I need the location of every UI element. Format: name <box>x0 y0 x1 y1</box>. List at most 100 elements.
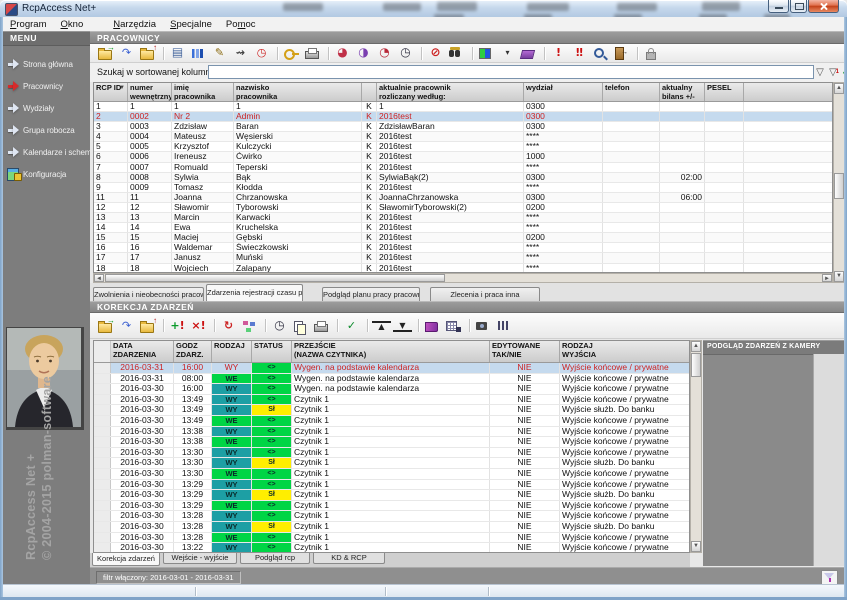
redo-icon[interactable]: ↷ <box>117 318 136 334</box>
column-header-przejscie-nazwa-czytnika[interactable]: PRZEJŚCIE(NAZWA CZYTNIKA) <box>292 341 490 362</box>
binoculars-icon[interactable] <box>447 45 466 61</box>
employee-row[interactable]: 1111K10300 <box>94 102 832 112</box>
employee-row[interactable]: 80008SylwiaBąkKSylwiaBąk(2)030002:00 <box>94 173 832 183</box>
funnel-1-icon[interactable]: ▽1 <box>827 66 839 79</box>
employee-row[interactable]: 1818WojciechZalapanyK2016test**** <box>94 264 832 274</box>
event-row[interactable]: 2016-03-3013:22WY<>Czytnik 1NIEWyjście k… <box>94 543 689 553</box>
column-header-aktualnie-pracownik-rozliczany-wedlug[interactable]: aktualnie pracownikrozliczany według: <box>377 83 524 101</box>
columns-icon[interactable] <box>495 318 514 334</box>
employee-row[interactable]: 90009TomaszKłoddaK2016test**** <box>94 183 832 193</box>
badge-icon[interactable]: ▤ <box>168 45 187 61</box>
column-header-aktualny-bilans[interactable]: aktualnybilans +/- <box>660 83 705 101</box>
sidebar-item-pracownicy[interactable]: Pracownicy <box>3 75 90 97</box>
event-row[interactable]: 2016-03-3013:29WE<>Czytnik 1NIEWyjście k… <box>94 501 689 512</box>
tab-podglad-planu-pracy-pracownika[interactable]: Podgląd planu pracy pracownika <box>322 287 420 301</box>
dropdown-icon[interactable]: ▾ <box>498 45 517 61</box>
scroll-right-icon[interactable]: ► <box>822 274 832 282</box>
edit-icon[interactable]: ✎ <box>210 45 229 61</box>
employee-row[interactable]: 30003ZdzisławBaranKZdzisławBaran0300 <box>94 122 832 132</box>
event-row[interactable]: 2016-03-3013:28WE<>Czytnik 1NIEWyjście k… <box>94 533 689 544</box>
event-row[interactable]: 2016-03-3013:28WY<>Czytnik 1NIEWyjście k… <box>94 511 689 522</box>
event-row[interactable]: 2016-03-3013:49WY<>Czytnik 1NIEWyjście k… <box>94 395 689 406</box>
employee-row[interactable]: 70007RomualdTeperskiK2016test**** <box>94 163 832 173</box>
employee-row[interactable]: 1414EwaKruchelskaK2016test**** <box>94 223 832 233</box>
scroll-up-icon[interactable]: ▲ <box>834 83 844 94</box>
column-header-edytowane-tak-nie[interactable]: EDYTOWANETAK/NIE <box>490 341 560 362</box>
employee-row[interactable]: 1313MarcinKarwackiK2016test**** <box>94 213 832 223</box>
menu-specjalne[interactable]: Specjalne <box>163 17 219 31</box>
event-row[interactable]: 2016-03-3016:00WY<>Wygen. na podstawie k… <box>94 384 689 395</box>
refresh-red-icon[interactable]: ↻ <box>219 318 238 334</box>
chart-check-icon[interactable]: ✓ <box>342 318 361 334</box>
event-row[interactable]: 2016-03-3013:49WYSłCzytnik 1NIEWyjście s… <box>94 405 689 416</box>
tab-zlecenia-i-praca-inna[interactable]: Zlecenia i praca inna <box>430 287 540 301</box>
x-excl-icon[interactable]: ×! <box>189 318 208 334</box>
employee-row[interactable]: 1515MaciejGębskiK2016test0200 <box>94 233 832 243</box>
printer-icon[interactable] <box>303 45 322 61</box>
column-header-pesel[interactable]: PESEL <box>705 83 744 101</box>
column-header-rodzaj[interactable]: RODZAJ <box>212 341 252 362</box>
grid-save-icon[interactable] <box>444 318 463 334</box>
copy-icon[interactable] <box>291 318 310 334</box>
event-row[interactable]: 2016-03-3108:00WE<>Wygen. na podstawie k… <box>94 374 689 385</box>
employee-row[interactable]: 1717JanuszMuńskiK2016test**** <box>94 253 832 263</box>
employee-row[interactable]: 40004MateuszWęsierskiK2016test**** <box>94 132 832 142</box>
no-entry-icon[interactable]: ⊘ <box>426 45 445 61</box>
open-folder-icon[interactable]: → <box>96 318 115 334</box>
redo-icon[interactable]: ↷ <box>117 45 136 61</box>
employee-row[interactable]: 1616WaldemarŚwieczkowskiK2016test**** <box>94 243 832 253</box>
events-vscrollbar[interactable]: ▲ ▼ <box>690 340 702 553</box>
event-row[interactable]: 2016-03-3013:28WYSłCzytnik 1NIEWyjście s… <box>94 522 689 533</box>
exclaim-icon[interactable]: ! <box>549 45 568 61</box>
column-header-rcp-id[interactable]: RCP ID▼ <box>94 83 128 101</box>
minimize-button[interactable] <box>768 0 789 13</box>
event-row[interactable]: 2016-03-3013:38WE<>Czytnik 1NIEWyjście k… <box>94 437 689 448</box>
maximize-button[interactable] <box>790 0 807 13</box>
employees-hscrollbar[interactable]: ◄ ► <box>93 273 833 283</box>
employee-row[interactable]: 1111JoannaChrzanowskaKJoannaChrzanowska0… <box>94 193 832 203</box>
tab-zdarzenia-rejestracji-czasu-pracy[interactable]: Zdarzenia rejestracji czasu pracy <box>206 284 303 301</box>
sidebar-item-strona-glowna[interactable]: Strona główna <box>3 53 90 75</box>
event-row[interactable]: 2016-03-3013:30WYSłCzytnik 1NIEWyjście s… <box>94 458 689 469</box>
tab-wejscie-wyjscie[interactable]: Wejście - wyjście <box>163 553 237 564</box>
eraser-icon[interactable] <box>519 45 538 61</box>
pie-violet-icon[interactable]: ◑ <box>354 45 373 61</box>
column-header-status[interactable]: STATUS <box>252 341 292 362</box>
exclaim-double-icon[interactable]: ‼ <box>570 45 589 61</box>
to-top-icon[interactable]: ▲ <box>372 318 391 334</box>
column-header-wydzial[interactable]: wydział <box>524 83 603 101</box>
column-header-item[interactable] <box>94 341 111 362</box>
scroll-left-icon[interactable]: ◄ <box>94 274 104 282</box>
column-header-godz-zdarz[interactable]: GODZZDARZ. <box>174 341 212 362</box>
employee-row[interactable]: 60006IreneuszĆwirkoK2016test1000 <box>94 152 832 162</box>
event-row[interactable]: 2016-03-3013:49WE<>Czytnik 1NIEWyjście k… <box>94 416 689 427</box>
menu-narzedzia[interactable]: Narzędzia <box>106 17 163 31</box>
menu-pomoc[interactable]: Pomoc <box>219 17 263 31</box>
column-header-item[interactable] <box>362 83 377 101</box>
org-nodes-icon[interactable] <box>240 318 259 334</box>
sidebar-item-konfiguracja[interactable]: Konfiguracja <box>3 163 90 185</box>
menu-program[interactable]: Program <box>3 17 54 31</box>
clock-red-icon[interactable]: ◷ <box>252 45 271 61</box>
column-header-imie-pracownika[interactable]: imiępracownika <box>172 83 234 101</box>
employee-row[interactable]: 50005KrzysztofKulczyckiK2016test**** <box>94 142 832 152</box>
camera-icon[interactable] <box>474 318 493 334</box>
clock-icon[interactable]: ◷ <box>396 45 415 61</box>
scroll-down-icon[interactable]: ▼ <box>691 541 701 552</box>
column-header-item[interactable] <box>744 83 833 101</box>
to-bottom-icon[interactable]: ▼ <box>393 318 412 334</box>
key-icon[interactable] <box>282 45 301 61</box>
menu-okno[interactable]: Okno <box>54 17 91 31</box>
event-row[interactable]: 2016-03-3013:29WYSłCzytnik 1NIEWyjście s… <box>94 490 689 501</box>
color-grid-icon[interactable] <box>477 45 496 61</box>
hscroll-thumb[interactable] <box>105 274 445 282</box>
sidebar-item-grupa-robocza[interactable]: Grupa robocza <box>3 119 90 141</box>
event-row[interactable]: 2016-03-3013:30WE<>Czytnik 1NIEWyjście k… <box>94 469 689 480</box>
tab-kd-rcp[interactable]: KD & RCP <box>313 553 385 564</box>
pie-red-icon[interactable]: ◕ <box>333 45 352 61</box>
book-icon[interactable] <box>423 318 442 334</box>
tab-podglad-rcp[interactable]: Podgląd rcp <box>240 553 310 564</box>
printer-icon[interactable] <box>312 318 331 334</box>
tab-korekcja-zdarzen[interactable]: Korekcja zdarzeń <box>92 553 160 566</box>
vscroll-thumb[interactable] <box>691 353 701 377</box>
